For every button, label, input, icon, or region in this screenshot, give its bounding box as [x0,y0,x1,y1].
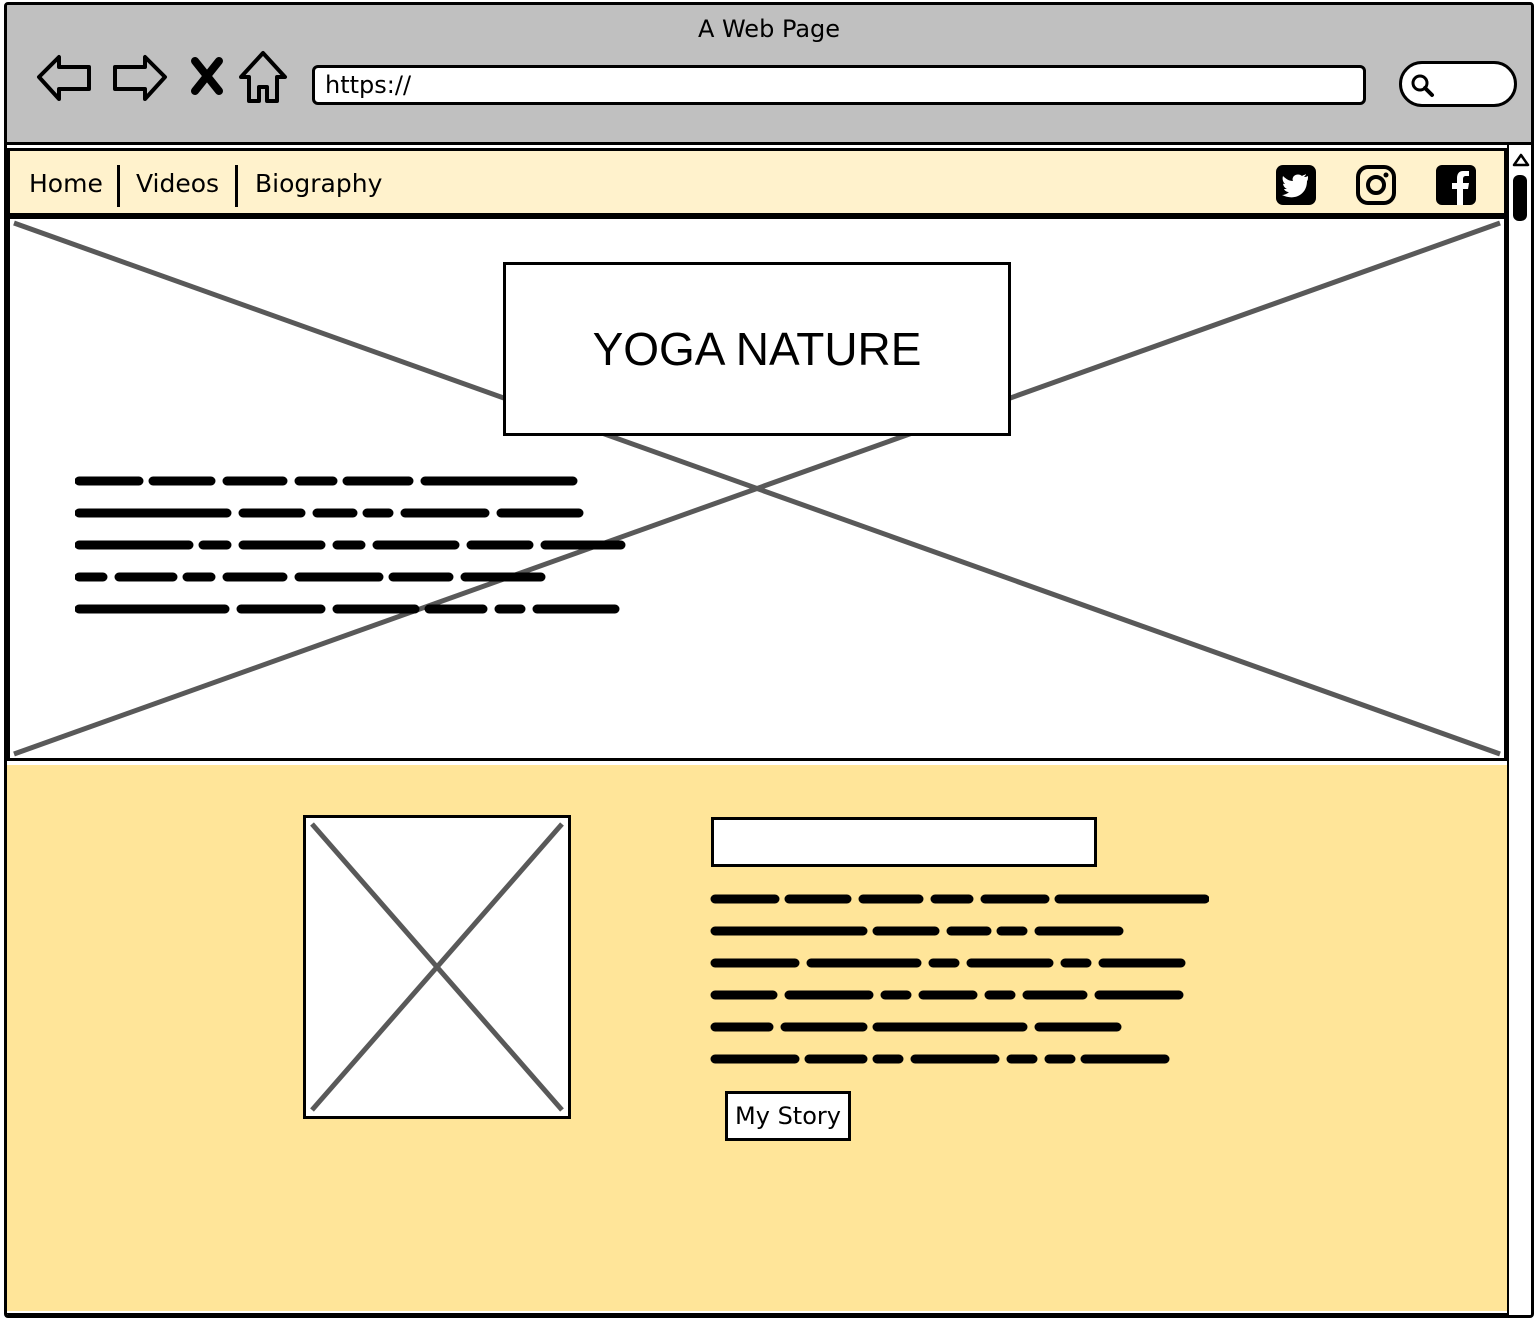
nav-link-biography[interactable]: Biography [255,169,382,198]
page-content: Home Videos Biography YOGA NATURE My Sto… [7,145,1507,1315]
hero-title-box: YOGA NATURE [503,262,1011,436]
scroll-up-icon[interactable] [1512,153,1530,169]
about-heading-placeholder [711,817,1097,867]
scrollbar-thumb[interactable] [1513,175,1527,221]
twitter-icon[interactable] [1274,163,1318,207]
url-input[interactable]: https:// [312,65,1366,105]
home-icon[interactable] [231,45,295,109]
facebook-icon[interactable] [1434,163,1478,207]
about-section: My Story [7,765,1507,1311]
instagram-icon[interactable] [1354,163,1398,207]
hero-section: YOGA NATURE [7,216,1507,761]
search-icon [1411,74,1434,97]
page-bottom-border [7,1313,1507,1315]
vertical-scrollbar[interactable] [1507,145,1531,1315]
about-text-scribble [710,894,1209,1064]
site-navbar: Home Videos Biography [7,148,1507,216]
hero-text-scribble [75,476,626,614]
back-icon[interactable] [33,45,97,109]
browser-window: A Web Page https:// Home Videos Biograph… [4,2,1534,1318]
my-story-button[interactable]: My Story [725,1091,851,1141]
window-title: A Web Page [697,15,841,43]
profile-image-placeholder [303,815,571,1119]
nav-divider [117,165,120,207]
forward-icon[interactable] [107,45,171,109]
nav-link-videos[interactable]: Videos [136,169,219,198]
nav-divider [235,165,238,207]
close-icon[interactable] [175,45,239,109]
search-field[interactable] [1399,61,1517,107]
browser-chrome: A Web Page https:// [7,5,1531,145]
nav-link-home[interactable]: Home [29,169,103,198]
hero-title: YOGA NATURE [592,323,922,375]
